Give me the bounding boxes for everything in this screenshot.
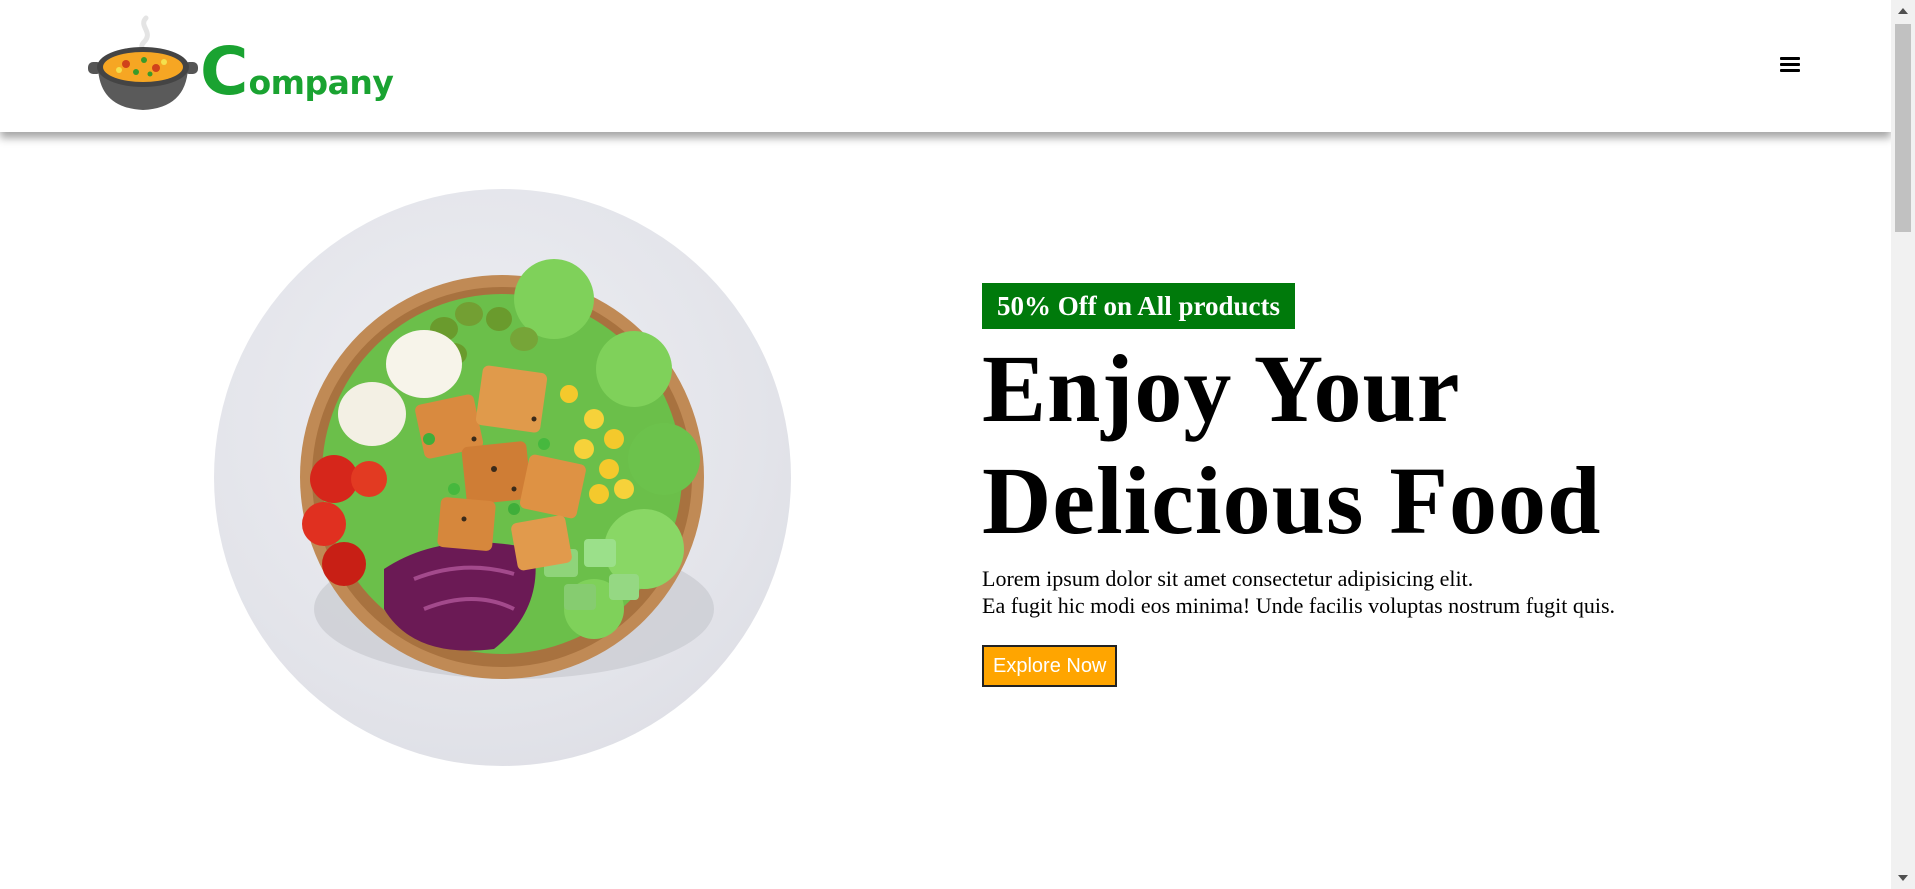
scroll-down-arrow-icon[interactable] [1898,875,1908,881]
salad-bowl-image [214,189,791,766]
scroll-up-arrow-icon[interactable] [1898,8,1908,14]
site-header: Company [0,0,1891,132]
hero-description-line2: Ea fugit hic modi eos minima! Unde facil… [982,593,1616,618]
scrollbar-thumb[interactable] [1895,24,1911,232]
hero-description-line1: Lorem ipsum dolor sit amet consectetur a… [982,566,1474,591]
hamburger-menu-icon[interactable] [1776,52,1806,78]
discount-badge: 50% Off on All products [982,283,1296,329]
hero-title-line2: Delicious Food [982,447,1602,554]
vertical-scrollbar[interactable] [1891,0,1915,889]
hero-title-line1: Enjoy Your [982,335,1461,442]
company-logo[interactable]: Company [86,12,396,112]
hero-description: Lorem ipsum dolor sit amet consectetur a… [982,565,1862,619]
menu-bar [1780,57,1800,60]
wordmark-initial: C [200,33,249,110]
explore-now-button[interactable]: Explore Now [982,645,1118,687]
menu-bar [1780,69,1800,72]
menu-bar [1780,63,1800,66]
hero-title: Enjoy Your Delicious Food [982,333,1862,557]
company-wordmark: Company [200,39,394,105]
soup-pot-icon [88,15,198,110]
hero-content: 50% Off on All products Enjoy Your Delic… [982,283,1862,687]
wordmark-rest: ompany [248,63,394,102]
